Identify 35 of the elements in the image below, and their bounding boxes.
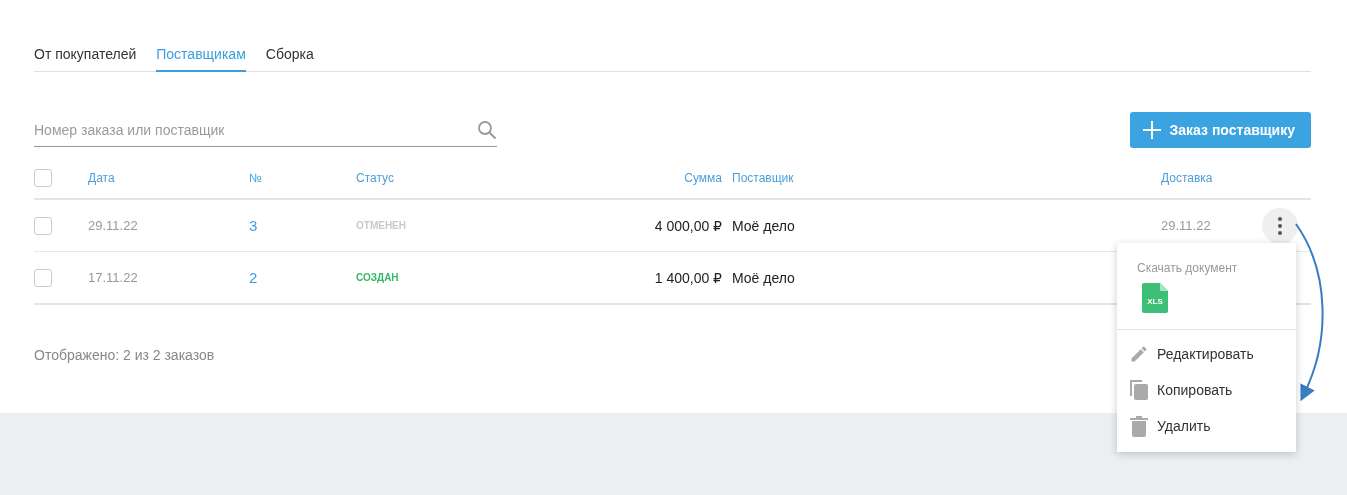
sum-cell-text: 1 400,00 ₽ xyxy=(653,269,722,286)
supplier-cell-text: Моё дело xyxy=(731,269,796,286)
shown-count: Отображено: 2 из 2 заказов xyxy=(34,347,215,363)
search-icon xyxy=(477,119,497,140)
column-header[interactable]: Статус xyxy=(356,171,600,185)
add-order-button[interactable]: Заказ поставщику xyxy=(1129,112,1311,148)
copy-icon xyxy=(1129,379,1149,401)
column-header[interactable]: Сумма xyxy=(600,171,722,185)
supplier-cell-text: Моё дело xyxy=(731,217,796,234)
menu-section-title: Скачать документ xyxy=(1136,261,1239,275)
order-number-link[interactable]: 3 xyxy=(249,217,356,234)
column-header[interactable]: Доставка xyxy=(1161,171,1262,185)
order-number-link[interactable]: 2 xyxy=(249,269,356,286)
trash-icon xyxy=(1129,415,1149,437)
delivery-date-cell-text: 29.11.22 xyxy=(1161,218,1212,233)
tab[interactable]: Сборка xyxy=(265,40,314,72)
column-header[interactable]: Поставщик xyxy=(722,171,1161,185)
status-label: СОЗДАН xyxy=(356,272,400,283)
date-cell-text: 29.11.22 xyxy=(88,218,139,233)
menu-item[interactable]: Копировать xyxy=(1117,372,1296,408)
row-checkbox[interactable] xyxy=(34,216,52,235)
sum-cell-text: 4 000,00 ₽ xyxy=(653,217,722,234)
date-cell-text: 17.11.22 xyxy=(88,270,139,285)
menu-item[interactable]: Удалить xyxy=(1117,408,1296,444)
column-header[interactable]: Дата xyxy=(88,171,249,185)
more-button[interactable] xyxy=(1262,207,1298,244)
menu-item[interactable]: Редактировать xyxy=(1117,336,1296,372)
tab[interactable]: Поставщикам xyxy=(156,40,246,72)
plus-icon xyxy=(1141,120,1162,140)
column-header[interactable]: № xyxy=(249,171,356,185)
row-checkbox[interactable] xyxy=(34,268,52,287)
pencil-icon xyxy=(1129,344,1149,364)
more-icon xyxy=(1278,216,1282,235)
select-all-checkbox[interactable] xyxy=(34,169,52,187)
tab[interactable]: От покупателей xyxy=(34,40,137,72)
